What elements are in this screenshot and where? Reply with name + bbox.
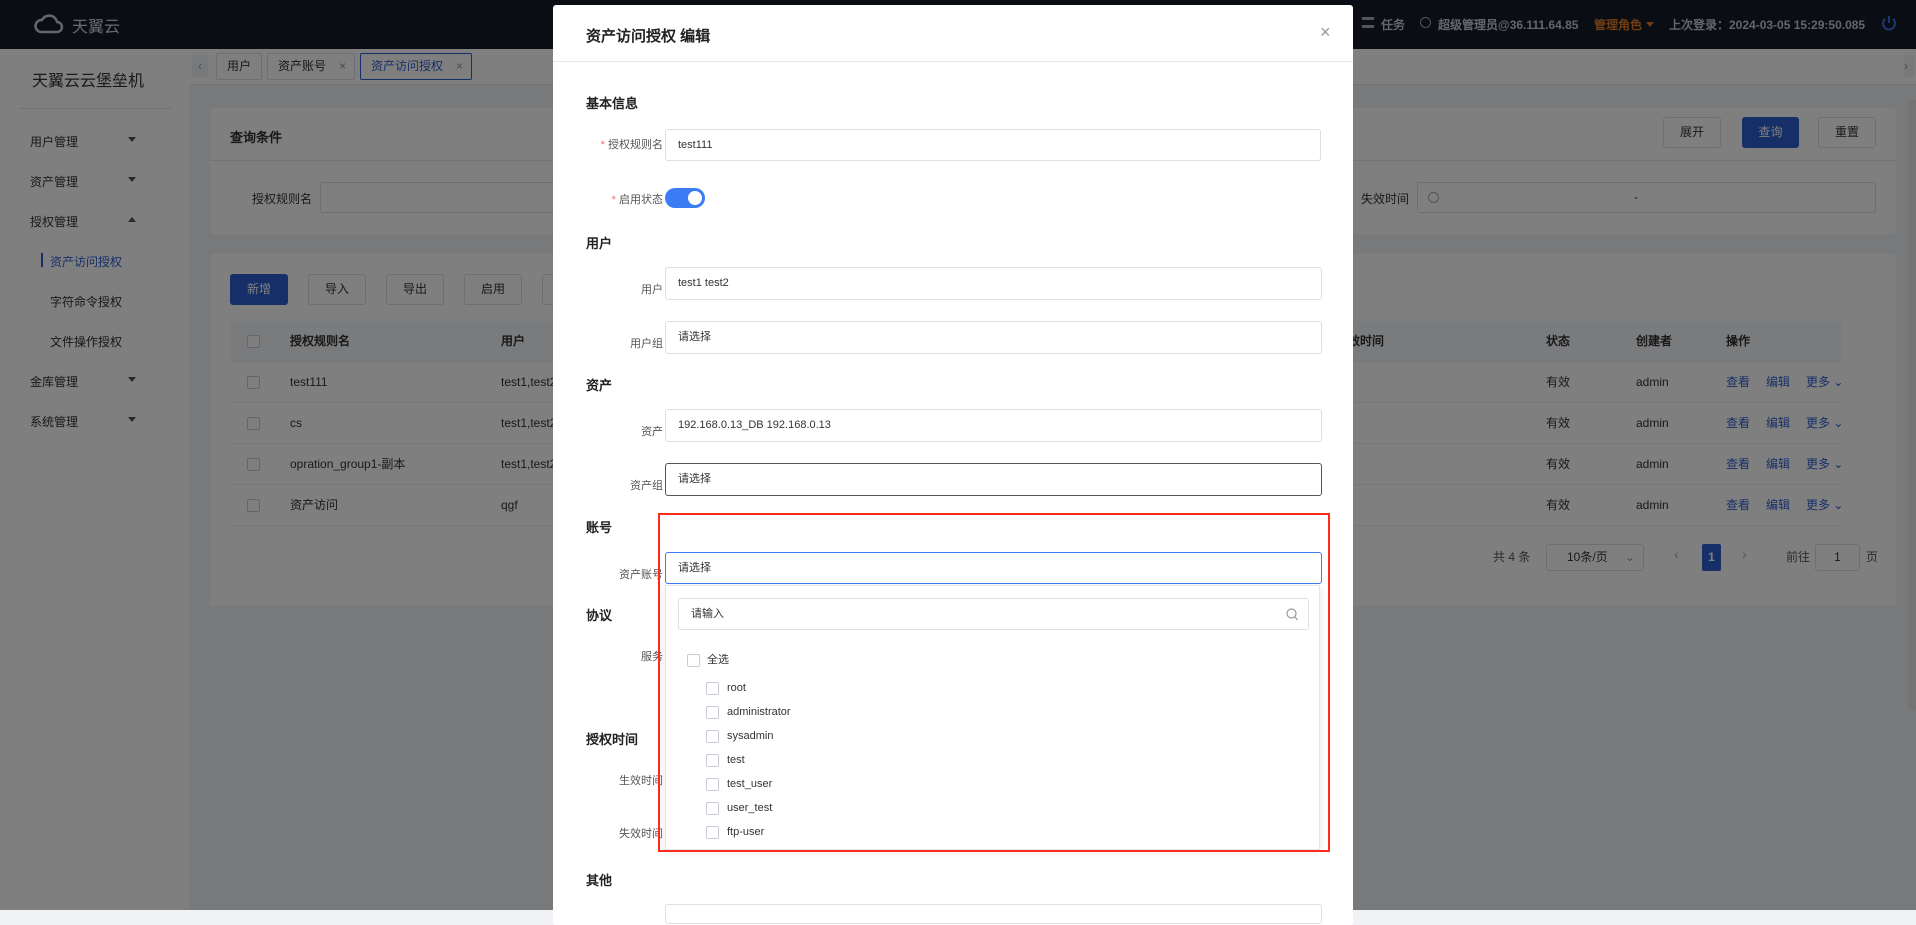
- status-label: * 启用状态: [611, 194, 663, 206]
- users-select[interactable]: test1 test2: [665, 267, 1322, 300]
- dialog-title: 资产访问授权 编辑: [586, 28, 711, 45]
- section-other: 其他: [586, 873, 613, 888]
- asset-group-label: 资产组: [630, 480, 663, 492]
- divider: [553, 61, 1353, 62]
- asset-group-select[interactable]: 请选择: [665, 463, 1322, 496]
- users-label: 用户: [641, 284, 663, 296]
- rule-name-label: * 授权规则名: [600, 139, 663, 151]
- end-time-label: 失效时间: [619, 828, 663, 840]
- assets-select[interactable]: 192.168.0.13_DB 192.168.0.13: [665, 409, 1322, 442]
- highlight-box: [658, 513, 1330, 852]
- toggle-knob: [688, 191, 702, 205]
- user-group-select[interactable]: 请选择: [665, 321, 1322, 354]
- section-user: 用户: [586, 236, 613, 251]
- rule-name-input[interactable]: test111: [665, 129, 1321, 161]
- status-toggle[interactable]: [665, 188, 705, 208]
- section-time: 授权时间: [586, 732, 639, 747]
- start-time-label: 生效时间: [619, 775, 663, 787]
- section-basic: 基本信息: [586, 96, 639, 111]
- asset-account-label: 资产账号: [619, 569, 663, 581]
- section-account: 账号: [586, 520, 613, 535]
- edit-dialog: 资产访问授权 编辑 × 基本信息 * 授权规则名 test111 * 启用状态 …: [553, 5, 1353, 925]
- assets-label: 资产: [641, 426, 663, 438]
- section-protocol: 协议: [586, 608, 613, 623]
- other-input[interactable]: [665, 904, 1322, 924]
- section-asset: 资产: [586, 378, 613, 393]
- close-icon[interactable]: ×: [1320, 22, 1331, 43]
- user-group-label: 用户组: [630, 338, 663, 350]
